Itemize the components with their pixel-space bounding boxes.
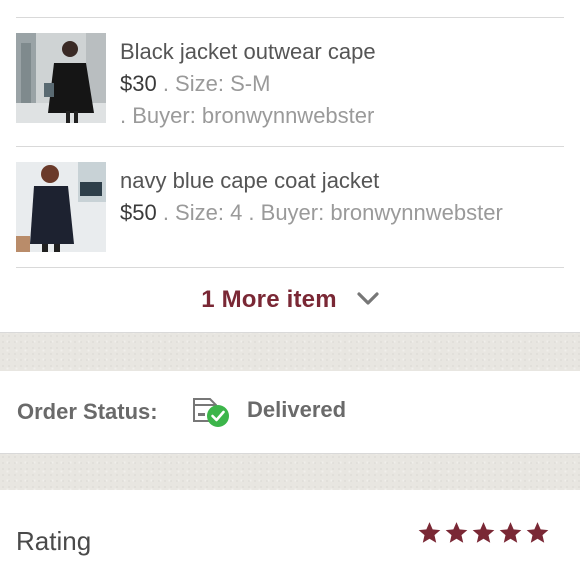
item-price: $30 <box>120 71 157 96</box>
rating-label: Rating <box>16 526 92 556</box>
item-buyer: . Buyer: bronwynnwebster <box>120 103 375 128</box>
package-delivered-icon <box>189 393 233 434</box>
item-size: . Size: S-M <box>156 71 271 96</box>
product-thumbnail[interactable] <box>16 33 106 123</box>
list-item[interactable]: Black jacket outwear cape $30 . Size: S-… <box>0 18 580 146</box>
star-icon[interactable] <box>416 520 443 546</box>
more-items-label: 1 More item <box>201 286 337 313</box>
rating-stars[interactable] <box>416 520 551 546</box>
item-title[interactable]: Black jacket outwear cape <box>120 36 562 68</box>
section-separator <box>0 333 580 371</box>
star-icon[interactable] <box>524 520 551 546</box>
item-title[interactable]: navy blue cape coat jacket <box>120 165 562 197</box>
star-icon[interactable] <box>470 520 497 546</box>
chevron-down-icon <box>357 291 379 311</box>
rating-row: Rating <box>0 490 580 580</box>
more-items-button[interactable]: 1 More item <box>0 268 580 332</box>
star-icon[interactable] <box>443 520 470 546</box>
order-status-row: Order Status: Delivered <box>0 371 580 453</box>
order-status-label: Order Status: <box>17 399 158 424</box>
section-separator <box>0 454 580 490</box>
product-thumbnail[interactable] <box>16 162 106 252</box>
list-item[interactable]: navy blue cape coat jacket $50 . Size: 4… <box>0 147 580 267</box>
star-icon[interactable] <box>497 520 524 546</box>
order-status-value: Delivered <box>247 397 347 422</box>
item-price: $50 <box>120 200 157 225</box>
item-details: . Size: 4 . Buyer: bronwynnwebster <box>156 200 503 225</box>
